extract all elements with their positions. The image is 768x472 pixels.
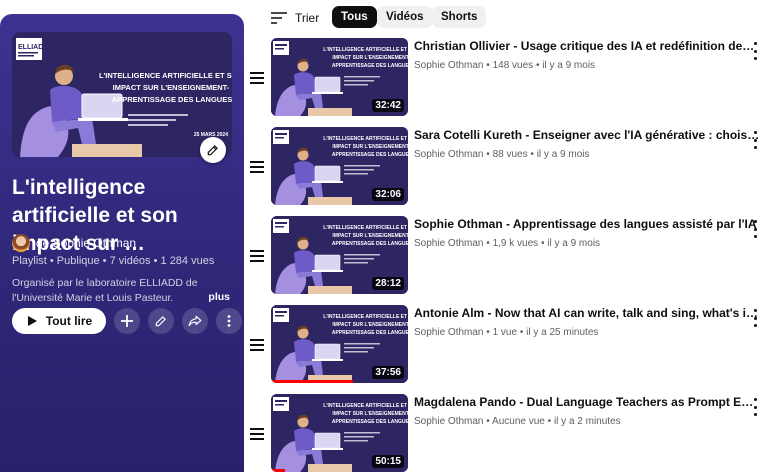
video-views: Aucune vue [492, 416, 545, 427]
video-row[interactable]: L'INTELLIGENCE ARTIFICIELLE ET SON IMPAC… [250, 38, 768, 120]
meta-separator: • [486, 238, 490, 249]
video-age: il y a 9 mois [547, 238, 601, 249]
video-thumbnail[interactable]: L'INTELLIGENCE ARTIFICIELLE ET SON IMPAC… [271, 216, 408, 294]
share-icon [188, 315, 202, 327]
add-icon [121, 315, 133, 327]
svg-text:L'INTELLIGENCE ARTIFICIELLE ET: L'INTELLIGENCE ARTIFICIELLE ET SON IMPAC… [323, 314, 408, 336]
video-meta: Sophie Othman • 148 vues • il y a 9 mois [414, 60, 595, 71]
drag-handle-icon[interactable] [250, 72, 264, 84]
video-row[interactable]: L'INTELLIGENCE ARTIFICIELLE ET SON IMPAC… [250, 216, 768, 298]
svg-text:L'INTELLIGENCE ARTIFICIELLE ET: L'INTELLIGENCE ARTIFICIELLE ET SON IMPAC… [323, 47, 408, 69]
meta-separator: • [486, 416, 490, 427]
drag-handle-icon[interactable] [250, 428, 264, 440]
drag-handle-icon[interactable] [250, 161, 264, 173]
video-row[interactable]: L'INTELLIGENCE ARTIFICIELLE ET SON IMPAC… [250, 127, 768, 209]
cover-logo-text: ELLIADD [18, 44, 48, 51]
video-views: 1,9 k vues [492, 238, 539, 249]
meta-separator: • [519, 327, 524, 338]
more-vert-icon [227, 315, 231, 327]
video-duration: 28:12 [372, 277, 404, 290]
video-channel[interactable]: Sophie Othman [414, 327, 484, 338]
playlist-meta: Playlist • Publique • 7 vidéos • 1 284 v… [12, 255, 215, 267]
video-title[interactable]: Sophie Othman - Apprentissage des langue… [414, 216, 760, 232]
edit-cover-button[interactable] [200, 137, 226, 163]
svg-text:L'INTELLIGENCE ARTIFICIELLE ET: L'INTELLIGENCE ARTIFICIELLE ET SON IMPAC… [323, 403, 408, 425]
video-title[interactable]: Magdalena Pando - Dual Language Teachers… [414, 394, 760, 410]
more-vert-icon[interactable] [750, 309, 760, 327]
video-duration: 37:56 [372, 366, 404, 379]
owner-name[interactable]: de Sophie Othman [36, 236, 136, 250]
video-row[interactable]: L'INTELLIGENCE ARTIFICIELLE ET SON IMPAC… [250, 394, 768, 472]
video-duration: 50:15 [372, 455, 404, 468]
video-title[interactable]: Antonie Alm - Now that AI can write, tal… [414, 305, 760, 321]
description-more-link[interactable]: plus [208, 291, 230, 303]
cover-illustration: ELLIADD L'INTELLIGENCE ARTIFICIELLE ET S… [12, 32, 232, 157]
playlist-actions: Tout lire [12, 308, 242, 334]
video-title[interactable]: Sara Cotelli Kureth - Enseigner avec l'I… [414, 127, 760, 143]
video-thumbnail[interactable]: L'INTELLIGENCE ARTIFICIELLE ET SON IMPAC… [271, 394, 408, 472]
play-icon [27, 316, 37, 326]
play-all-label: Tout lire [45, 314, 93, 328]
chip-all[interactable]: Tous [332, 6, 377, 28]
video-channel[interactable]: Sophie Othman [414, 238, 484, 249]
edit-icon [207, 145, 218, 156]
video-thumbnail[interactable]: L'INTELLIGENCE ARTIFICIELLE ET SON IMPAC… [271, 127, 408, 205]
video-views: 1 vue [492, 327, 518, 338]
video-channel[interactable]: Sophie Othman [414, 60, 484, 71]
meta-separator: • [486, 60, 490, 71]
video-age: il y a 25 minutes [526, 327, 599, 338]
video-views: 148 vues [492, 60, 534, 71]
video-channel[interactable]: Sophie Othman [414, 149, 484, 160]
video-views: 88 vues [492, 149, 528, 160]
meta-separator: • [486, 327, 490, 338]
more-vert-icon[interactable] [750, 131, 760, 149]
video-title[interactable]: Christian Ollivier - Usage critique des … [414, 38, 760, 54]
meta-separator: • [530, 149, 534, 160]
chip-shorts[interactable]: Shorts [432, 6, 487, 28]
more-actions-button[interactable] [216, 308, 242, 334]
meta-separator: • [535, 60, 540, 71]
playlist-description[interactable]: Organisé par le laboratoire ELLIADD de l… [12, 276, 234, 306]
playlist-header-panel: ELLIADD L'INTELLIGENCE ARTIFICIELLE ET S… [0, 14, 244, 472]
add-to-button[interactable] [114, 308, 140, 334]
pencil-icon [155, 316, 166, 327]
playlist-cover-image[interactable]: ELLIADD L'INTELLIGENCE ARTIFICIELLE ET S… [12, 32, 232, 157]
play-all-button[interactable]: Tout lire [12, 308, 106, 334]
svg-text:L'INTELLIGENCE ARTIFICIELLE ET: L'INTELLIGENCE ARTIFICIELLE ET SON IMPAC… [323, 136, 408, 158]
more-vert-icon[interactable] [750, 220, 760, 238]
share-button[interactable] [182, 308, 208, 334]
video-meta: Sophie Othman • 88 vues • il y a 9 mois [414, 149, 589, 160]
video-age: il y a 9 mois [536, 149, 590, 160]
more-vert-icon[interactable] [750, 398, 760, 416]
edit-playlist-button[interactable] [148, 308, 174, 334]
video-duration: 32:06 [372, 188, 404, 201]
svg-text:L'INTELLIGENCE ARTIFICIELLE ET: L'INTELLIGENCE ARTIFICIELLE ET SON IMPAC… [99, 71, 232, 104]
video-channel[interactable]: Sophie Othman [414, 416, 484, 427]
meta-separator: • [547, 416, 552, 427]
avatar [12, 234, 30, 252]
playlist-owner[interactable]: de Sophie Othman [12, 234, 136, 252]
video-age: il y a 9 mois [542, 60, 596, 71]
drag-handle-icon[interactable] [250, 250, 264, 262]
sort-label: Trier [295, 11, 320, 25]
chip-videos[interactable]: Vidéos [377, 6, 433, 28]
video-thumbnail[interactable]: L'INTELLIGENCE ARTIFICIELLE ET SON IMPAC… [271, 305, 408, 383]
watch-progress [271, 380, 354, 383]
video-age: il y a 2 minutes [553, 416, 621, 427]
video-meta: Sophie Othman • 1 vue • il y a 25 minute… [414, 327, 598, 338]
drag-handle-icon[interactable] [250, 339, 264, 351]
meta-separator: • [486, 149, 490, 160]
video-duration: 32:42 [372, 99, 404, 112]
video-thumbnail[interactable]: L'INTELLIGENCE ARTIFICIELLE ET SON IMPAC… [271, 38, 408, 116]
more-vert-icon[interactable] [750, 42, 760, 60]
video-meta: Sophie Othman • 1,9 k vues • il y a 9 mo… [414, 238, 600, 249]
video-row[interactable]: L'INTELLIGENCE ARTIFICIELLE ET SON IMPAC… [250, 305, 768, 387]
meta-separator: • [540, 238, 545, 249]
sort-button[interactable]: Trier [271, 8, 319, 28]
sort-icon [271, 12, 287, 24]
svg-text:L'INTELLIGENCE ARTIFICIELLE ET: L'INTELLIGENCE ARTIFICIELLE ET SON IMPAC… [323, 225, 408, 247]
video-meta: Sophie Othman • Aucune vue • il y a 2 mi… [414, 416, 621, 427]
